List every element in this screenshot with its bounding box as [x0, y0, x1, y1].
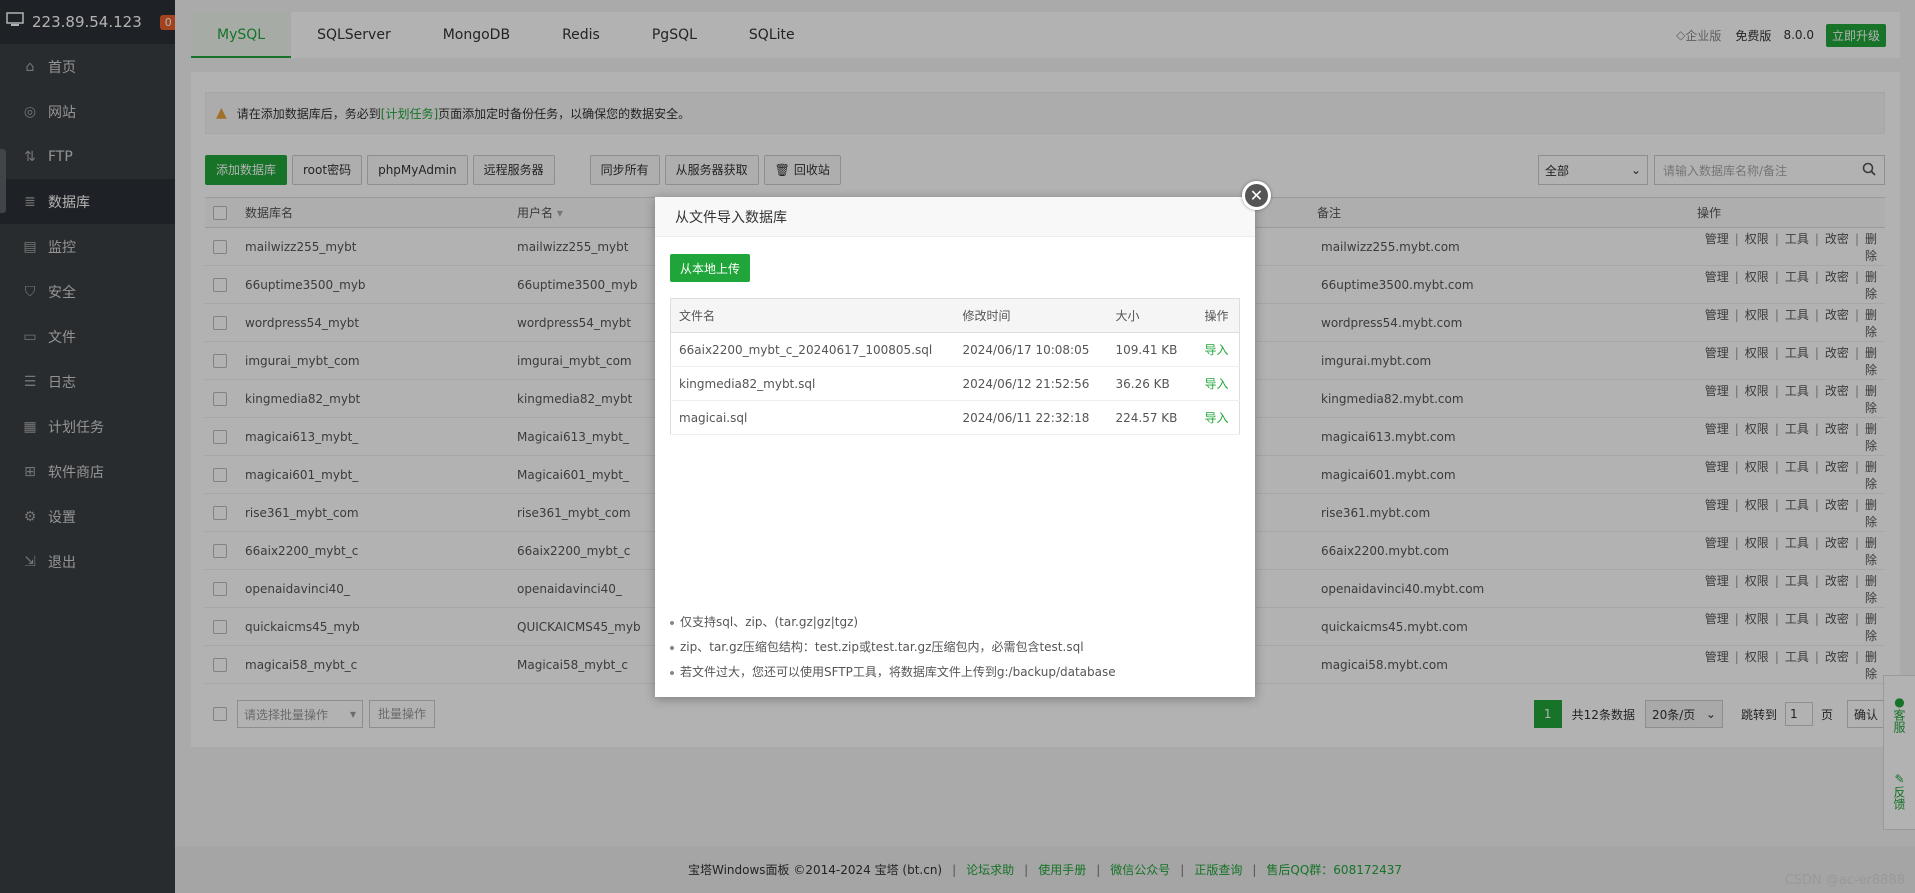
file-time: 2024/06/11 22:32:18	[954, 400, 1108, 435]
col-filename: 文件名	[670, 298, 955, 333]
import-button[interactable]: 导入	[1196, 332, 1240, 367]
bullet	[670, 645, 674, 650]
watermark: CSDN @ac-er8888	[1784, 873, 1905, 888]
col-modified: 修改时间	[954, 298, 1108, 333]
tip-text: 若文件过大，您还可以使用SFTP工具，将数据库文件上传到g:/backup/da…	[680, 665, 1116, 679]
file-name: magicai.sql	[670, 400, 955, 435]
file-name: 66aix2200_mybt_c_20240617_100805.sql	[670, 332, 955, 367]
close-icon[interactable]: ✕	[1242, 181, 1271, 210]
file-row: 66aix2200_mybt_c_20240617_100805.sql 2024…	[670, 332, 1240, 367]
file-name: kingmedia82_mybt.sql	[670, 366, 955, 401]
tip-item: zip、tar.gz压缩包结构：test.zip或test.tar.gz压缩包内…	[670, 635, 1116, 660]
modal-title: 从文件导入数据库	[655, 197, 1255, 237]
import-db-modal: 从文件导入数据库 ✕ 从本地上传 文件名 修改时间 大小 操作 66aix220…	[655, 181, 1271, 697]
file-size: 109.41 KB	[1107, 332, 1197, 367]
tip-text: 仅支持sql、zip、(tar.gz|gz|tgz)	[680, 615, 859, 629]
col-size: 大小	[1107, 298, 1197, 333]
import-button[interactable]: 导入	[1196, 400, 1240, 435]
file-time: 2024/06/17 10:08:05	[954, 332, 1108, 367]
import-button[interactable]: 导入	[1196, 366, 1240, 401]
file-table: 文件名 修改时间 大小 操作 66aix2200_mybt_c_20240617…	[670, 298, 1240, 435]
file-size: 36.26 KB	[1107, 366, 1197, 401]
bullet	[670, 620, 674, 625]
file-size: 224.57 KB	[1107, 400, 1197, 435]
file-row: kingmedia82_mybt.sql 2024/06/12 21:52:56 3…	[670, 366, 1240, 401]
file-time: 2024/06/12 21:52:56	[954, 366, 1108, 401]
import-tips: 仅支持sql、zip、(tar.gz|gz|tgz) zip、tar.gz压缩包…	[670, 610, 1116, 685]
col-file-op: 操作	[1196, 298, 1240, 333]
tip-item: 若文件过大，您还可以使用SFTP工具，将数据库文件上传到g:/backup/da…	[670, 660, 1116, 685]
bullet	[670, 670, 674, 675]
tip-item: 仅支持sql、zip、(tar.gz|gz|tgz)	[670, 610, 1116, 635]
tip-text: zip、tar.gz压缩包结构：test.zip或test.tar.gz压缩包内…	[680, 640, 1084, 654]
upload-local-button[interactable]: 从本地上传	[670, 254, 751, 282]
file-row: magicai.sql 2024/06/11 22:32:18 224.57 KB 导…	[670, 400, 1240, 435]
